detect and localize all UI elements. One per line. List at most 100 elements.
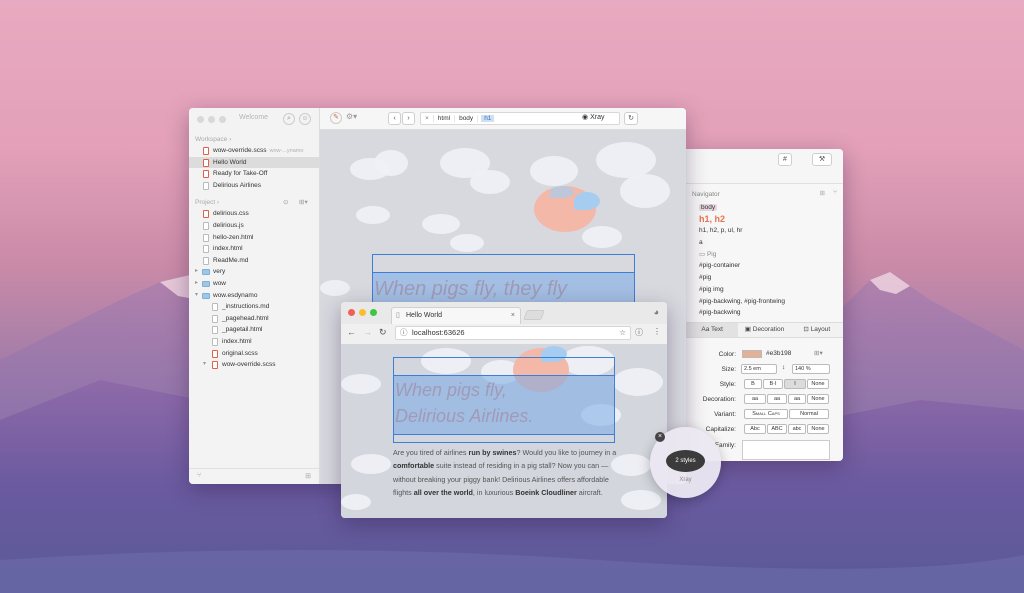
style-italic[interactable]: I: [784, 379, 806, 389]
size-select[interactable]: 2.5 em: [741, 364, 777, 374]
workspace-item[interactable]: Delirious Airlines: [189, 180, 319, 192]
profile-icon[interactable]: ◕: [654, 307, 659, 317]
chevron-right-icon[interactable]: ▸: [195, 266, 198, 278]
selection-margin-box: [393, 357, 615, 375]
filter-icon[interactable]: ⑂: [197, 472, 201, 479]
address-bar[interactable]: ⓘ localhost:63626 ☆: [395, 326, 631, 340]
back-button[interactable]: ‹: [388, 112, 401, 125]
project-item[interactable]: _instructions.md: [189, 301, 319, 313]
chevron-down-icon[interactable]: ▾: [203, 359, 206, 371]
minimize-button[interactable]: [359, 309, 366, 316]
project-item[interactable]: index.html: [189, 243, 319, 255]
nav-item[interactable]: h1, h2: [686, 214, 843, 226]
nav-item[interactable]: #pig-backwing: [686, 307, 843, 319]
style-bold[interactable]: B: [744, 379, 762, 389]
decoration-underline[interactable]: aa: [744, 394, 766, 404]
minimize-button[interactable]: [208, 115, 215, 123]
style-bold-italic[interactable]: B·I: [763, 379, 783, 389]
workspace-item[interactable]: Ready for Take-Off: [189, 168, 319, 180]
add-icon[interactable]: ⊞: [820, 189, 825, 197]
nav-item[interactable]: h1, h2, p, ul, hr: [686, 225, 843, 237]
tab-decoration[interactable]: ▣ Decoration: [738, 323, 790, 337]
refresh-button[interactable]: ↻: [624, 112, 638, 125]
breadcrumb-item-active[interactable]: h1: [481, 115, 495, 122]
workspace-item[interactable]: Hello World: [189, 156, 319, 169]
color-picker-icon[interactable]: ⊞▾: [814, 349, 823, 357]
zoom-button[interactable]: [370, 309, 377, 316]
color-value[interactable]: #e3b198: [766, 350, 791, 357]
headline-line-2: Delirious Airlines.: [395, 406, 534, 426]
xray-button[interactable]: ◉ Xray: [582, 113, 604, 121]
style-none[interactable]: None: [807, 379, 829, 389]
chevron-right-icon[interactable]: ▸: [195, 278, 198, 290]
project-item[interactable]: hello-zen.html: [189, 232, 319, 244]
browser-page[interactable]: When pigs fly, Delirious Airlines. Are y…: [341, 344, 667, 518]
project-item[interactable]: index.html: [189, 336, 319, 348]
close-icon[interactable]: ×: [655, 432, 665, 442]
project-folder[interactable]: ▸ wow: [189, 278, 319, 290]
hash-button[interactable]: #: [778, 153, 792, 166]
tab-text[interactable]: Aa Text: [686, 323, 739, 337]
project-item[interactable]: delirious.css: [189, 208, 319, 220]
breadcrumb-item[interactable]: html: [434, 115, 456, 122]
forward-icon[interactable]: →: [363, 327, 372, 337]
nav-item[interactable]: a: [686, 237, 843, 249]
project-item[interactable]: _pagehead.html: [189, 313, 319, 325]
zoom-button[interactable]: [219, 115, 226, 123]
capitalize-upper[interactable]: ABC: [767, 424, 787, 434]
project-item[interactable]: original.scss: [189, 348, 319, 360]
capitalize-none[interactable]: None: [807, 424, 829, 434]
new-tab-button[interactable]: [523, 310, 545, 320]
nav-item[interactable]: #pig-backwing, #pig-frontwing: [686, 296, 843, 308]
reload-icon[interactable]: ↻: [379, 327, 387, 338]
search-icon[interactable]: ⌕: [283, 113, 295, 125]
decoration-strike[interactable]: aa: [788, 394, 806, 404]
project-item[interactable]: ReadMe.md: [189, 255, 319, 267]
add-icon[interactable]: ⊞: [305, 472, 311, 480]
color-swatch[interactable]: [742, 350, 762, 358]
decoration-overline[interactable]: aa: [767, 394, 787, 404]
chevron-down-icon[interactable]: ▾: [195, 290, 198, 302]
workspace-item[interactable]: wow-override.scss wow-...ynamo: [189, 145, 319, 157]
project-item[interactable]: delirious.js: [189, 220, 319, 232]
nav-item[interactable]: body: [686, 202, 843, 214]
project-add-icon[interactable]: ⊞▾: [299, 198, 308, 206]
info-icon: ⓘ: [400, 328, 408, 337]
forward-button[interactable]: ›: [402, 112, 415, 125]
variant-normal[interactable]: Normal: [789, 409, 829, 419]
project-folder[interactable]: ▾ wow.esdynamo: [189, 290, 319, 302]
family-input[interactable]: [742, 440, 830, 460]
tools-icon[interactable]: ⚒: [812, 153, 832, 166]
tab-layout[interactable]: ⊡ Layout: [791, 323, 843, 337]
browser-tab[interactable]: ▯ Hello World ×: [391, 307, 521, 324]
smiley-icon[interactable]: ☺: [299, 113, 311, 125]
filter-icon[interactable]: ⑂: [833, 189, 837, 196]
project-folder[interactable]: ▸ very: [189, 266, 319, 278]
xray-hud[interactable]: × 2 styles Xray: [650, 427, 721, 498]
nav-item[interactable]: #pig img: [686, 284, 843, 296]
project-item[interactable]: _pagetail.html: [189, 324, 319, 336]
variant-small-caps[interactable]: Small Caps: [744, 409, 788, 419]
nav-item[interactable]: #pig: [686, 272, 843, 284]
file-icon: [212, 326, 218, 335]
menu-icon[interactable]: ⋮: [653, 327, 661, 336]
decoration-none[interactable]: None: [807, 394, 829, 404]
breadcrumb-item[interactable]: body: [455, 115, 479, 122]
close-icon[interactable]: ×: [421, 115, 434, 122]
nav-item[interactable]: ▭ Pig: [686, 249, 843, 261]
close-button[interactable]: [348, 309, 355, 316]
capitalize-title[interactable]: Abc: [744, 424, 766, 434]
close-button[interactable]: [197, 115, 204, 123]
project-item[interactable]: ▾ wow-override.scss: [189, 359, 319, 371]
cloud: [341, 494, 371, 510]
project-sync-icon[interactable]: ⊙: [283, 198, 288, 206]
extension-icon[interactable]: ⓘ: [635, 327, 643, 338]
line-height-select[interactable]: 140 %: [792, 364, 830, 374]
gear-icon[interactable]: ⚙▾: [346, 112, 357, 121]
back-icon[interactable]: ←: [347, 327, 356, 337]
capitalize-lower[interactable]: abc: [788, 424, 806, 434]
close-tab-icon[interactable]: ×: [511, 308, 515, 323]
compass-icon[interactable]: ✎: [330, 112, 342, 124]
nav-item[interactable]: #pig-container: [686, 260, 843, 272]
bookmark-star-icon[interactable]: ☆: [619, 327, 626, 339]
